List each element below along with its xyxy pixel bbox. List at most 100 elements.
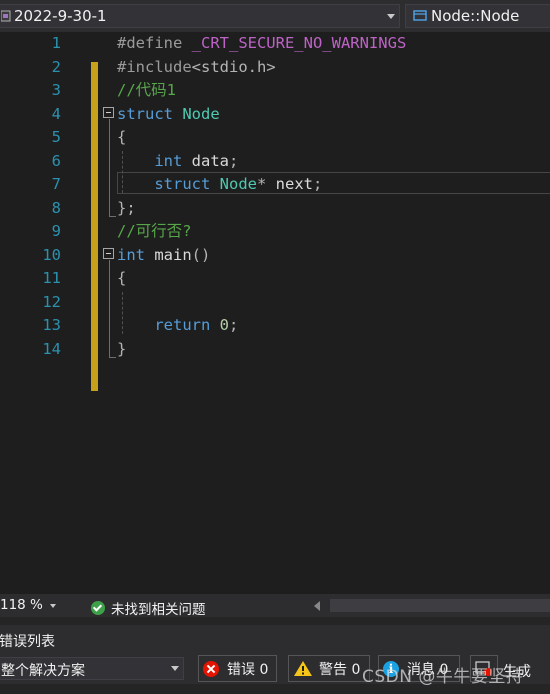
zoom-level[interactable]: 118 % [0,597,43,613]
project-dropdown[interactable]: 2022-9-30-1 [0,4,400,28]
errors-count: 错误 0 [227,661,269,678]
code-text: } [117,340,126,359]
member-dropdown[interactable]: Node::Node [405,4,550,28]
line-number: 4 [51,104,61,123]
code-token: int [117,245,145,264]
code-line[interactable]: 7 struct Node* next; [0,173,550,196]
code-line[interactable]: 12 [0,291,550,314]
code-line[interactable]: 1 #define _CRT_SECURE_NO_WARNINGS [0,32,550,55]
line-number: 7 [51,175,61,193]
project-icon [1,10,11,22]
code-token: struct [117,104,173,123]
chevron-down-icon[interactable] [171,666,179,671]
code-text: #define _CRT_SECURE_NO_WARNINGS [117,34,406,53]
code-token: Node [182,104,220,123]
code-token: #include [117,57,192,76]
class-icon [413,10,427,21]
code-line[interactable]: 6 int data; [0,150,550,173]
error-list-title: 错误列表 [0,634,55,650]
code-token: <stdio.h> [191,57,276,76]
line-number: 3 [51,81,61,99]
line-number: 13 [42,316,61,334]
code-text: }; [117,199,136,218]
code-line[interactable]: 8}; [0,197,550,220]
code-text: //可行否? [117,222,192,241]
code-line[interactable]: 10 int main() [0,244,550,267]
code-token: int [154,151,183,170]
code-token: //可行否? [117,222,192,240]
code-token: 0 [219,316,230,334]
panel-separator [0,617,550,625]
code-text: struct Node* next; [117,175,322,194]
watermark-text: CSDN @牛牛要坚持 [362,667,524,687]
code-line[interactable]: 5{ [0,126,550,149]
code-token: Node [219,175,257,193]
code-token: * [257,175,267,193]
line-number: 8 [51,198,61,217]
code-editor[interactable]: 1 #define _CRT_SECURE_NO_WARNINGS 2 #includ… [0,32,550,594]
code-token: struct [154,175,211,193]
project-name: 2022-9-30-1 [14,7,107,25]
code-line[interactable]: 2 #include<stdio.h> [0,56,550,79]
check-circle-icon [91,601,105,615]
code-line[interactable]: 3 //代码1 [0,79,550,102]
line-number: 10 [42,245,61,264]
errors-filter-button[interactable]: 错误 0 [198,655,277,682]
editor-status-strip: 118 % 未找到相关问题 [0,594,550,618]
horizontal-scrollbar[interactable] [330,599,550,612]
code-text: int data; [117,152,238,171]
code-text: //代码1 [117,81,176,100]
line-number: 1 [51,34,61,52]
code-token: ; [229,151,239,170]
code-token: main [145,245,192,264]
issues-text: 未找到相关问题 [111,602,206,618]
line-number: 11 [42,269,61,287]
warnings-filter-button[interactable]: 警告 0 [288,655,370,682]
code-token: ; [229,316,239,334]
code-token: { [117,269,127,287]
code-line[interactable]: 11 { [0,267,550,290]
code-token: ; [313,175,323,193]
code-line[interactable]: 14} [0,338,550,361]
code-text: struct Node [117,105,220,124]
code-text: return 0; [117,316,238,335]
line-number: 2 [51,57,61,76]
code-token: return [154,316,211,334]
code-token: next [266,175,314,193]
line-number: 6 [51,151,61,170]
code-text: { [117,128,126,147]
scope-label: 整个解决方案 [1,663,85,679]
line-number: 14 [42,339,61,358]
code-line[interactable]: 9 //可行否? [0,220,550,243]
code-token: }; [117,198,136,217]
line-number: 5 [51,128,61,146]
navigation-bar: 2022-9-30-1 Node::Node [0,0,550,32]
code-token: { [117,128,127,146]
code-token: _CRT_SECURE_NO_WARNINGS [191,34,407,52]
code-token: data [182,151,229,170]
code-token: //代码1 [117,81,176,99]
code-token: #define [117,34,192,52]
code-token: } [117,339,127,358]
error-list-header: 错误列表 [0,625,550,653]
line-number: 12 [42,292,61,311]
warning-icon [294,661,312,676]
code-text: int main() [117,246,210,265]
code-text: #include<stdio.h> [117,58,276,77]
chevron-down-icon[interactable] [50,604,56,608]
chevron-down-icon[interactable] [387,14,395,19]
issues-indicator[interactable]: 未找到相关问题 [91,598,206,618]
code-line[interactable]: 13 return 0; [0,314,550,337]
member-name: Node::Node [431,7,520,25]
code-line[interactable]: 4 struct Node [0,103,550,126]
scroll-left-arrow-icon[interactable] [314,601,320,611]
error-icon [203,660,219,677]
code-text: { [117,269,126,288]
scope-dropdown[interactable]: 整个解决方案 [0,657,184,680]
warnings-count: 警告 0 [319,661,361,678]
